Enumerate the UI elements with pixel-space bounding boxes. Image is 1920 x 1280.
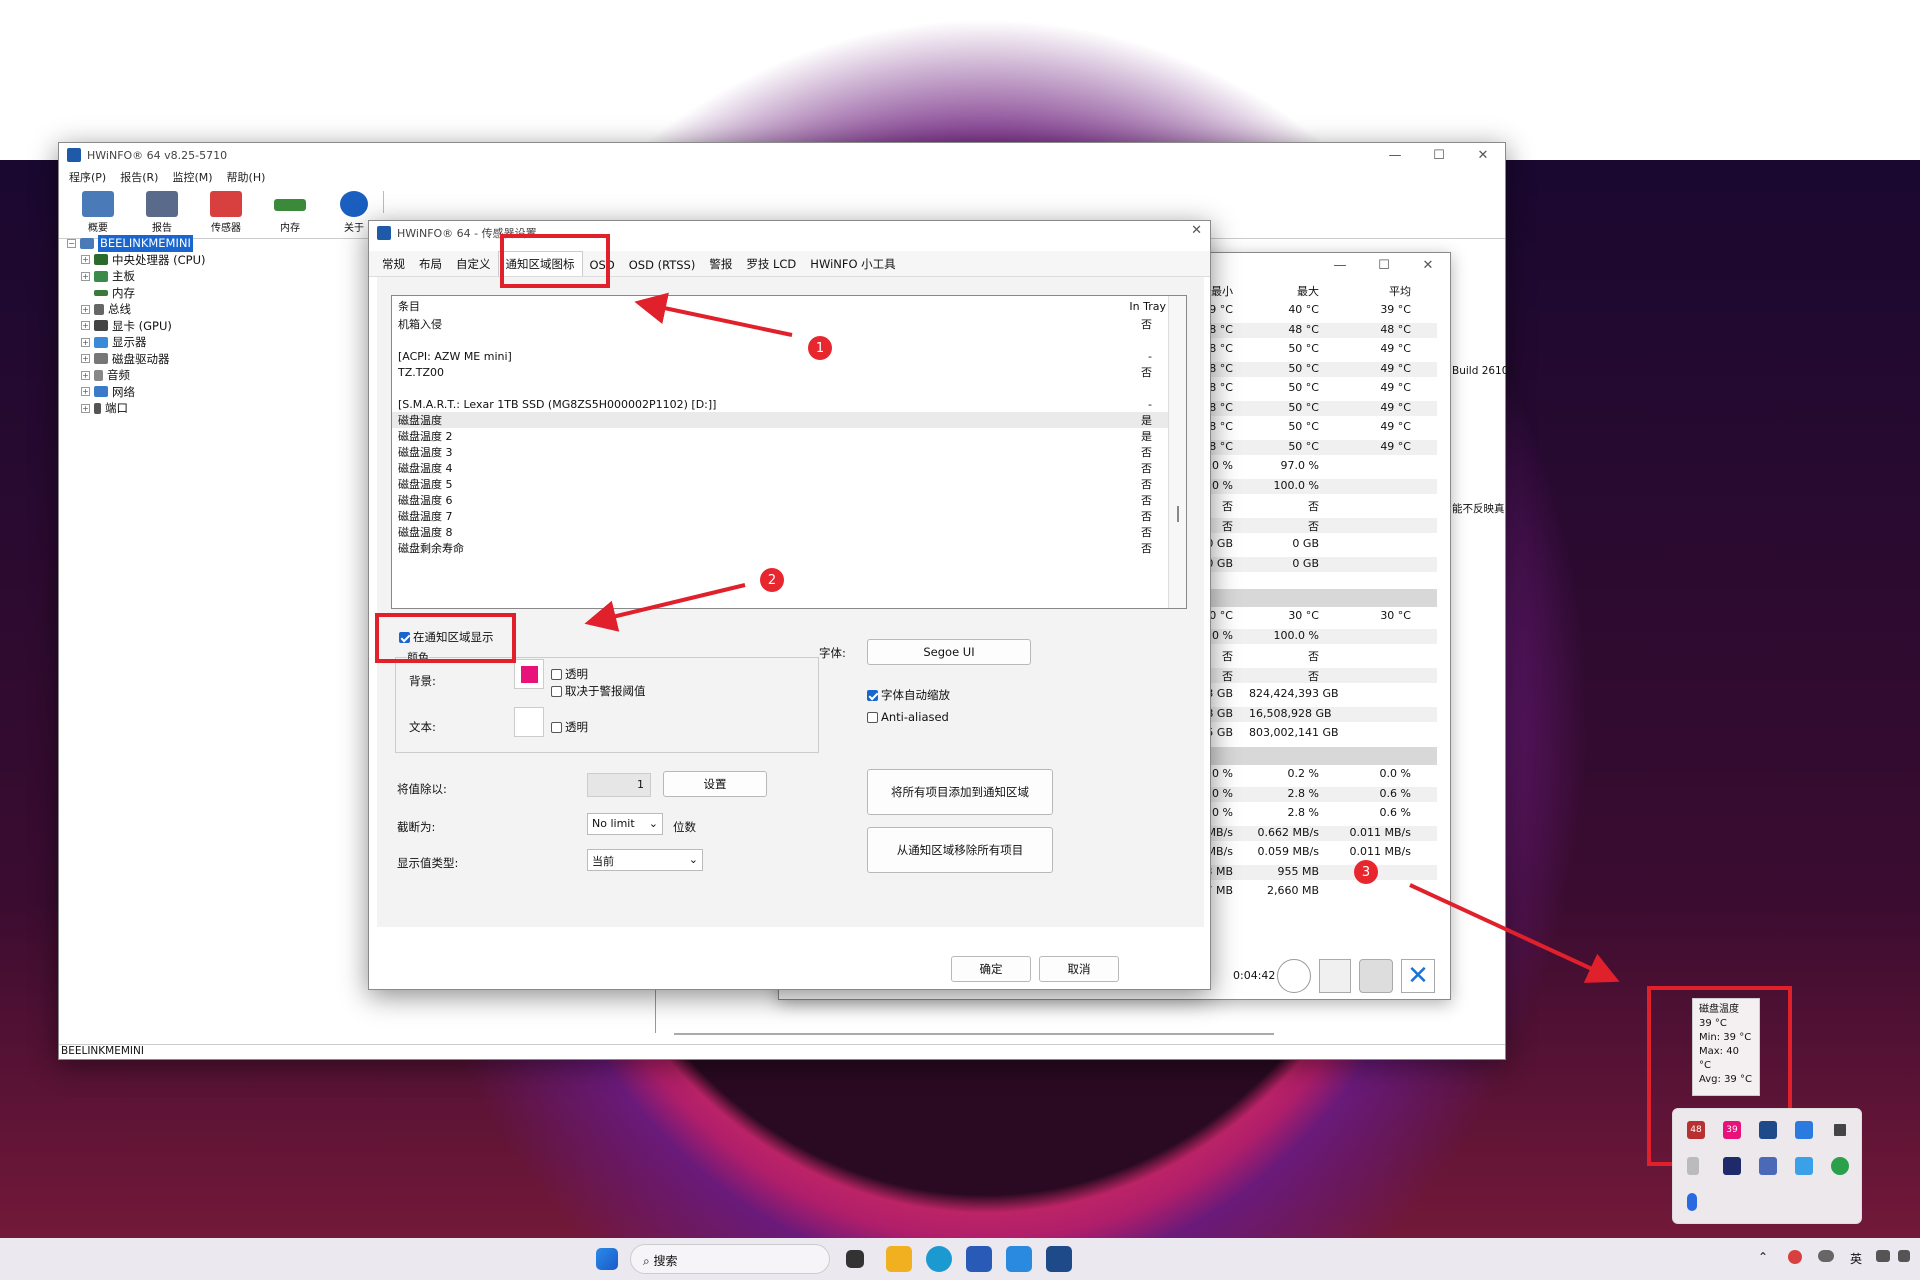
- annotation-arrows: [584, 292, 1620, 983]
- start-icon[interactable]: [596, 1248, 618, 1270]
- tray-icon-dark[interactable]: [1723, 1157, 1741, 1175]
- app-tray-icon[interactable]: [1795, 1121, 1813, 1139]
- annotation-badge-1: 1: [808, 336, 832, 360]
- tooltip-value: 39 °C: [1699, 1018, 1727, 1029]
- tray-tooltip: 磁盘温度 39 °C Min: 39 °C Max: 40 °C Avg: 39…: [1692, 998, 1760, 1096]
- tooltip-max: Max: 40 °C: [1699, 1046, 1739, 1071]
- search-icon: ⌕: [643, 1254, 654, 1268]
- language-indicator[interactable]: 英: [1850, 1250, 1862, 1267]
- tray-icon-39[interactable]: 39: [1723, 1121, 1741, 1139]
- hwinfo-taskbar-icon[interactable]: [1046, 1246, 1072, 1272]
- volume-icon[interactable]: [1898, 1250, 1910, 1262]
- tray-overflow-flyout: 48 39: [1672, 1108, 1862, 1224]
- annotation-badge-2: 2: [760, 568, 784, 592]
- cloud-tray-icon[interactable]: [1818, 1250, 1834, 1262]
- tray-icon-sky[interactable]: [1795, 1157, 1813, 1175]
- file-explorer-icon[interactable]: [886, 1246, 912, 1272]
- show-hidden-icons-button[interactable]: ⌃: [1758, 1250, 1768, 1264]
- annotation-badge-3: 3: [1354, 860, 1378, 884]
- tray-icon-shield[interactable]: [1831, 1157, 1849, 1175]
- tooltip-avg: Avg: 39 °C: [1699, 1074, 1752, 1085]
- tray-icon-pen[interactable]: [1687, 1157, 1699, 1175]
- tray-icon-48[interactable]: 48: [1687, 1121, 1705, 1139]
- bluetooth-icon[interactable]: [1687, 1193, 1697, 1211]
- tooltip-title: 磁盘温度: [1699, 1004, 1739, 1015]
- taskbar: ⌕ 搜索 ⌃ 英: [0, 1238, 1920, 1280]
- task-view-icon[interactable]: [846, 1250, 864, 1268]
- grid-tray-icon[interactable]: [1834, 1124, 1846, 1136]
- network-status-icon[interactable]: [1876, 1250, 1890, 1262]
- edge-icon[interactable]: [926, 1246, 952, 1272]
- tray-icon-blue[interactable]: [1759, 1157, 1777, 1175]
- alarm-tray-icon[interactable]: [1788, 1250, 1802, 1264]
- app-pinned-icon[interactable]: [1006, 1246, 1032, 1272]
- store-icon[interactable]: [966, 1246, 992, 1272]
- hwinfo-tray-icon[interactable]: [1759, 1121, 1777, 1139]
- tooltip-min: Min: 39 °C: [1699, 1032, 1752, 1043]
- taskbar-search[interactable]: ⌕ 搜索: [630, 1244, 830, 1274]
